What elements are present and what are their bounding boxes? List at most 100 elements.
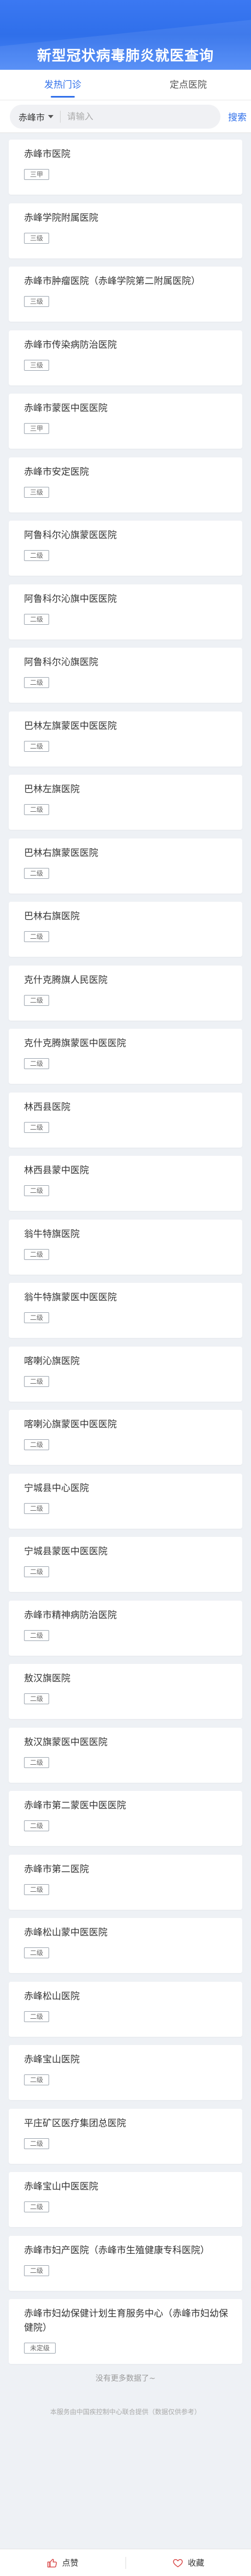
hospital-level-badge: 二级 xyxy=(24,613,50,625)
hospital-card[interactable]: 林西县蒙中医院 二级 xyxy=(9,1156,242,1211)
thumbs-up-icon xyxy=(47,2559,57,2567)
hospital-name: 巴林右旗医院 xyxy=(24,911,80,922)
hospital-card[interactable]: 巴林左旗医院 二级 xyxy=(9,775,242,830)
hospital-level-badge: 二级 xyxy=(24,1185,50,1196)
hospital-card[interactable]: 赤峰松山蒙中医医院 二级 xyxy=(9,1918,242,1973)
page: 新型冠状病毒肺炎就医查询 发热门诊 定点医院 赤峰市 搜索 赤峰市医院三甲赤峰学… xyxy=(0,0,251,2576)
hospital-name: 赤峰宝山医院 xyxy=(24,2054,80,2065)
hospital-card[interactable]: 阿鲁科尔沁旗中医医院 二级 xyxy=(9,584,242,640)
chevron-down-icon xyxy=(48,114,54,118)
hospital-card[interactable]: 赤峰市第二医院 二级 xyxy=(9,1854,242,1910)
hospital-level-badge: 三甲 xyxy=(24,169,50,180)
search-bar: 赤峰市 搜索 xyxy=(0,100,251,133)
hospital-card[interactable]: 赤峰宝山中医医院 二级 xyxy=(9,2172,242,2227)
tab-fever-clinic[interactable]: 发热门诊 xyxy=(0,70,125,100)
like-button[interactable]: 点赞 xyxy=(0,2557,125,2568)
hospital-card[interactable]: 赤峰市妇幼保健计划生育服务中心（赤峰市妇幼保健院） 未定级 xyxy=(9,2299,242,2364)
hospital-card[interactable]: 喀喇沁旗医院 二级 xyxy=(9,1346,242,1402)
hospital-level-badge: 二级 xyxy=(24,2138,50,2149)
hospital-name: 喀喇沁旗医院 xyxy=(24,1355,80,1367)
hospital-level-badge: 三级 xyxy=(24,296,50,307)
hospital-card[interactable]: 赤峰市医院 三甲 xyxy=(9,140,242,195)
hospital-card[interactable]: 赤峰宝山医院 二级 xyxy=(9,2045,242,2100)
hospital-card[interactable]: 翁牛特旗蒙医中医医院 二级 xyxy=(9,1283,242,1338)
hospital-card[interactable]: 赤峰市精神病防治医院 二级 xyxy=(9,1600,242,1656)
hospital-level-badge: 二级 xyxy=(24,1503,50,1514)
city-dropdown[interactable]: 赤峰市 xyxy=(19,110,54,123)
hospital-name: 阿鲁科尔沁旗医院 xyxy=(24,657,98,668)
hospital-card[interactable]: 宁城县蒙医中医医院 二级 xyxy=(9,1537,242,1592)
hospital-name: 平庄矿区医疗集团总医院 xyxy=(24,2117,126,2129)
hospital-name: 宁城县中心医院 xyxy=(24,1482,89,1494)
hospital-card[interactable]: 林西县医院 二级 xyxy=(9,1092,242,1148)
hospital-card[interactable]: 赤峰市肿瘤医院（赤峰学院第二附属医院） 三级 xyxy=(9,267,242,322)
hospital-card[interactable]: 阿鲁科尔沁旗蒙医医院 二级 xyxy=(9,521,242,576)
hospital-level-badge: 二级 xyxy=(24,1312,50,1323)
hospital-card[interactable]: 敖汉旗蒙医中医医院 二级 xyxy=(9,1727,242,1783)
favorite-label: 收藏 xyxy=(188,2558,205,2568)
hospital-name: 赤峰市妇产医院（赤峰市生殖健康专科医院） xyxy=(24,2245,210,2256)
hospital-name: 赤峰市第二蒙医中医医院 xyxy=(24,1800,126,1811)
hospital-level-badge: 二级 xyxy=(24,1884,50,1895)
hospital-card[interactable]: 赤峰学院附属医院 三级 xyxy=(9,203,242,258)
heart-icon xyxy=(173,2559,183,2567)
hospital-level-badge: 二级 xyxy=(24,2201,50,2212)
hospital-level-badge: 三级 xyxy=(24,359,50,371)
hospital-name: 克什克腾旗蒙医中医医院 xyxy=(24,1038,126,1049)
hospital-name: 阿鲁科尔沁旗蒙医医院 xyxy=(24,530,117,541)
hospital-card[interactable]: 赤峰市蒙医中医医院 三甲 xyxy=(9,394,242,449)
search-button[interactable]: 搜索 xyxy=(220,110,247,123)
list-end-text: 没有更多数据了~ xyxy=(95,2374,156,2383)
hospital-card[interactable]: 克什克腾旗蒙医中医医院 二级 xyxy=(9,1029,242,1084)
hospital-level-badge: 二级 xyxy=(24,1248,50,1260)
hospital-level-badge: 二级 xyxy=(24,740,50,752)
hospital-level-badge: 二级 xyxy=(24,1376,50,1387)
hospital-level-badge: 二级 xyxy=(24,867,50,879)
hospital-name: 翁牛特旗医院 xyxy=(24,1228,80,1240)
footer-bar: 点赞 收藏 xyxy=(0,2549,251,2576)
hospital-level-badge: 二级 xyxy=(24,1058,50,1069)
hospital-list: 赤峰市医院 三甲 赤峰学院附属医院 三级 赤峰市肿瘤医院（赤峰学院第二附属医院） 三级 赤峰… xyxy=(0,133,251,2364)
hospital-card[interactable]: 巴林左旗蒙医中医医院 二级 xyxy=(9,711,242,767)
hospital-card[interactable]: 克什克腾旗人民医院 二级 xyxy=(9,965,242,1021)
hospital-card[interactable]: 赤峰市妇产医院（赤峰市生殖健康专科医院） 二级 xyxy=(9,2235,242,2291)
hospital-name: 赤峰市妇幼保健计划生育服务中心（赤峰市妇幼保健院） xyxy=(24,2308,228,2333)
hospital-level-badge: 三级 xyxy=(24,486,50,498)
hospital-level-badge: 二级 xyxy=(24,1566,50,1577)
hospital-level-badge: 二级 xyxy=(24,550,50,561)
hospital-level-badge: 二级 xyxy=(24,931,50,942)
hospital-level-badge: 三级 xyxy=(24,232,50,244)
hospital-card[interactable]: 赤峰市第二蒙医中医医院 二级 xyxy=(9,1791,242,1846)
hospital-name: 林西县医院 xyxy=(24,1101,70,1113)
hospital-name: 赤峰市安定医院 xyxy=(24,466,89,478)
hospital-name: 赤峰市医院 xyxy=(24,149,70,160)
favorite-button[interactable]: 收藏 xyxy=(126,2557,251,2568)
search-box: 赤峰市 xyxy=(10,104,220,129)
hospital-card[interactable]: 平庄矿区医疗集团总医院 二级 xyxy=(9,2108,242,2164)
hospital-level-badge: 二级 xyxy=(24,2011,50,2022)
tab-designated-hospital[interactable]: 定点医院 xyxy=(125,70,251,100)
hospital-card[interactable]: 赤峰市传染病防治医院 三级 xyxy=(9,330,242,385)
hospital-card[interactable]: 巴林右旗蒙医医院 二级 xyxy=(9,838,242,894)
hospital-card[interactable]: 阿鲁科尔沁旗医院 二级 xyxy=(9,648,242,703)
search-input[interactable] xyxy=(67,111,212,122)
hospital-name: 敖汉旗医院 xyxy=(24,1673,70,1684)
hospital-card[interactable]: 赤峰松山医院 二级 xyxy=(9,1981,242,2037)
hospital-card[interactable]: 喀喇沁旗蒙医中医医院 二级 xyxy=(9,1410,242,1465)
hospital-name: 赤峰宝山中医医院 xyxy=(24,2181,98,2192)
hospital-level-badge: 二级 xyxy=(24,1947,50,1958)
hospital-card[interactable]: 敖汉旗医院 二级 xyxy=(9,1664,242,1719)
hospital-card[interactable]: 巴林右旗医院 二级 xyxy=(9,902,242,957)
hospital-card[interactable]: 翁牛特旗医院 二级 xyxy=(9,1219,242,1275)
hospital-name: 赤峰市第二医院 xyxy=(24,1863,89,1875)
hospital-card[interactable]: 赤峰市安定医院 三级 xyxy=(9,457,242,512)
hospital-name: 巴林左旗医院 xyxy=(24,784,80,795)
hospital-name: 宁城县蒙医中医医院 xyxy=(24,1546,107,1557)
hospital-name: 赤峰市传染病防治医院 xyxy=(24,339,117,351)
hospital-name: 赤峰市蒙医中医医院 xyxy=(24,403,107,414)
hospital-card[interactable]: 宁城县中心医院 二级 xyxy=(9,1473,242,1529)
hospital-level-badge: 二级 xyxy=(24,1757,50,1768)
hospital-name: 敖汉旗蒙医中医医院 xyxy=(24,1736,107,1748)
hospital-level-badge: 二级 xyxy=(24,1630,50,1641)
hospital-name: 喀喇沁旗蒙医中医医院 xyxy=(24,1419,117,1430)
